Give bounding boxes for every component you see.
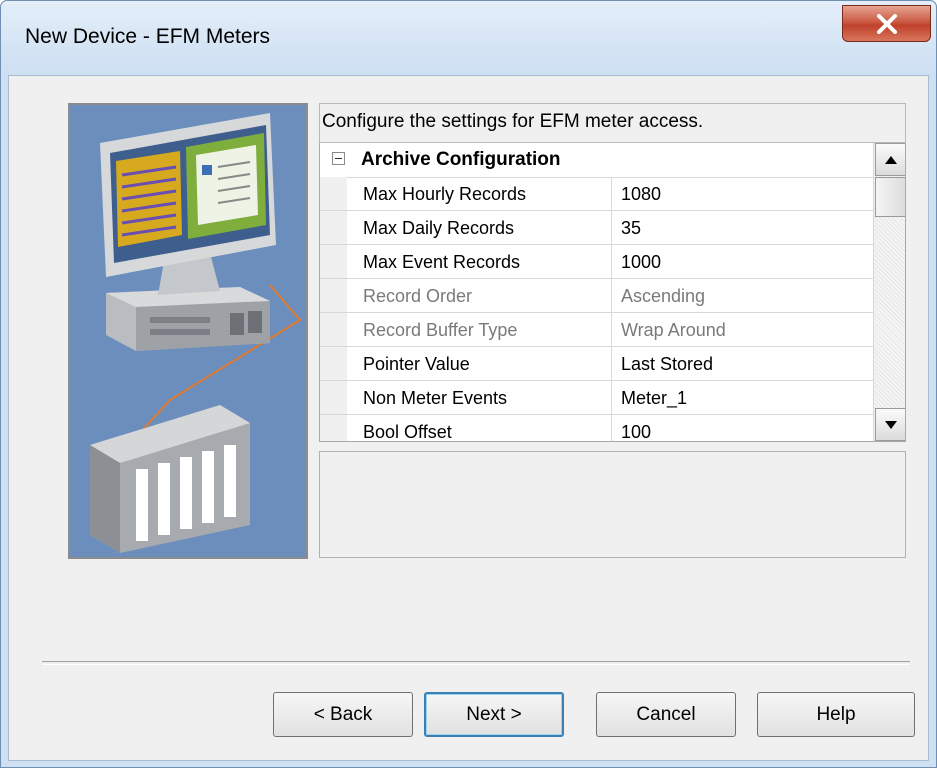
row-gutter: [320, 313, 347, 346]
property-name: Max Daily Records: [347, 211, 612, 244]
row-gutter: [320, 245, 347, 278]
property-row-max-daily-records[interactable]: Max Daily Records 35: [320, 211, 873, 245]
property-row-record-order: Record Order Ascending: [320, 279, 873, 313]
row-gutter: [320, 415, 347, 441]
scroll-thumb[interactable]: [875, 177, 905, 217]
property-name: Non Meter Events: [347, 381, 612, 414]
property-value: Ascending: [621, 286, 706, 306]
property-value[interactable]: 35: [612, 211, 873, 244]
minus-box-icon[interactable]: [332, 152, 345, 165]
property-name: Record Order: [347, 279, 612, 312]
arrow-up-icon: [885, 156, 897, 164]
device-illustration: [68, 103, 308, 559]
property-value[interactable]: Meter_1: [612, 381, 873, 414]
row-gutter: [320, 347, 347, 380]
row-gutter: [320, 177, 347, 210]
property-row-non-meter-events[interactable]: Non Meter Events Meter_1: [320, 381, 873, 415]
scroll-up-button[interactable]: [875, 143, 905, 176]
cancel-button[interactable]: Cancel: [596, 692, 736, 737]
arrow-down-icon: [885, 421, 897, 429]
property-name: Pointer Value: [347, 347, 612, 380]
computer-and-plc-illustration: [90, 113, 302, 553]
row-gutter: [320, 279, 347, 312]
property-name: Max Event Records: [347, 245, 612, 278]
back-button-label: < Back: [313, 703, 373, 725]
property-name: Record Buffer Type: [347, 313, 612, 346]
property-row-max-hourly-records[interactable]: Max Hourly Records 1080: [320, 177, 873, 211]
property-help-pane: [319, 451, 906, 558]
property-value[interactable]: Last Stored: [612, 347, 873, 380]
row-gutter: [320, 211, 347, 244]
cancel-button-label: Cancel: [636, 703, 696, 725]
property-row-bool-offset[interactable]: Bool Offset 100: [320, 415, 873, 441]
close-icon: [877, 14, 897, 34]
next-button-label: Next >: [466, 703, 522, 725]
button-separator: [42, 661, 910, 665]
property-row-pointer-value[interactable]: Pointer Value Last Stored: [320, 347, 873, 381]
help-button-label: Help: [816, 703, 856, 725]
row-gutter: [320, 381, 347, 414]
property-row-max-event-records[interactable]: Max Event Records 1000: [320, 245, 873, 279]
close-button[interactable]: [842, 5, 931, 42]
property-value[interactable]: 1080: [612, 177, 873, 210]
property-row-record-buffer-type: Record Buffer Type Wrap Around: [320, 313, 873, 347]
vertical-scrollbar[interactable]: [873, 143, 905, 441]
property-value[interactable]: 1000: [612, 245, 873, 278]
property-grid[interactable]: Archive Configuration Max Hourly Records…: [319, 143, 906, 442]
help-button[interactable]: Help: [757, 692, 915, 737]
next-button[interactable]: Next >: [424, 692, 564, 737]
description-text: Configure the settings for EFM meter acc…: [319, 103, 906, 143]
window-title: New Device - EFM Meters: [25, 25, 271, 48]
property-value: Wrap Around: [621, 320, 726, 340]
back-button[interactable]: < Back: [273, 692, 413, 737]
property-name: Bool Offset: [347, 415, 612, 441]
category-row-archive-configuration[interactable]: Archive Configuration: [320, 143, 873, 178]
title-bar: New Device - EFM Meters: [1, 1, 936, 75]
category-label: Archive Configuration: [361, 149, 561, 170]
property-value[interactable]: 100: [612, 415, 873, 441]
property-name: Max Hourly Records: [347, 177, 612, 210]
scroll-down-button[interactable]: [875, 408, 905, 441]
